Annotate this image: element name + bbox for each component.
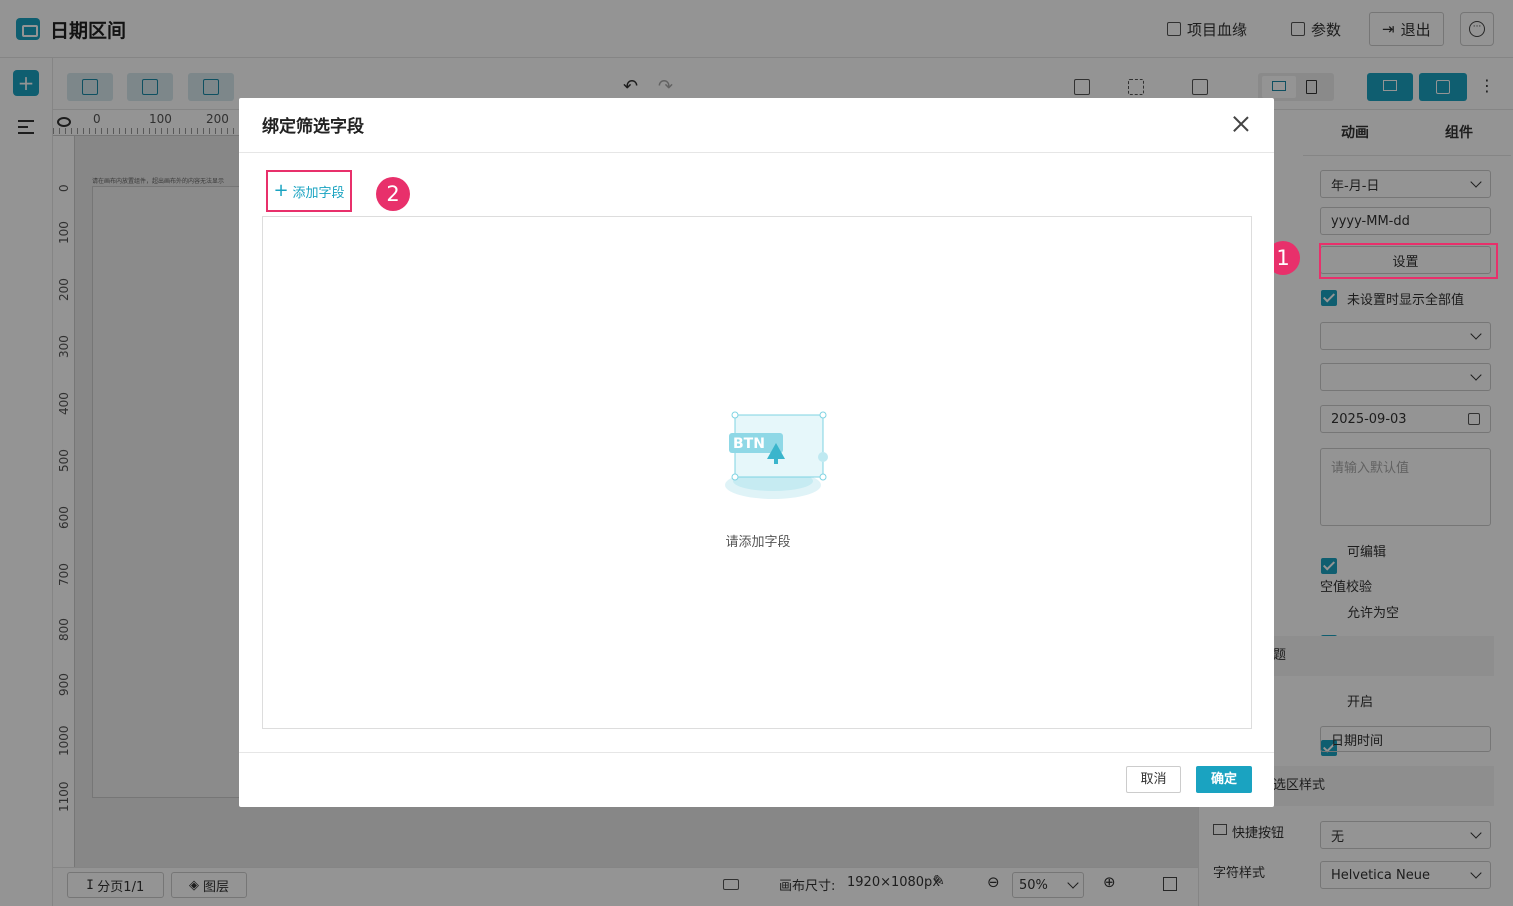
- add-field-button[interactable]: + 添加字段: [266, 170, 352, 212]
- add-field-label: 添加字段: [292, 185, 345, 201]
- divider: [239, 752, 1274, 753]
- divider: [239, 152, 1274, 153]
- confirm-button[interactable]: 确定: [1196, 766, 1252, 793]
- plus-icon: +: [273, 180, 289, 201]
- step-2-badge: 2: [376, 177, 410, 211]
- illustration-btn-text: BTN: [733, 436, 765, 452]
- empty-state-text: 请添加字段: [725, 535, 791, 550]
- empty-state-illustration: BTN: [713, 407, 833, 517]
- empty-state-svg: BTN: [725, 411, 828, 499]
- dialog-title: 绑定筛选字段: [262, 117, 364, 137]
- settings-highlight-box: [1319, 243, 1498, 279]
- bind-filter-field-dialog: 绑定筛选字段 + 添加字段 2 BTN 请添加字段 取消 确定: [239, 98, 1274, 807]
- cancel-button[interactable]: 取消: [1126, 766, 1181, 793]
- close-icon[interactable]: [1233, 116, 1249, 132]
- field-list-area: BTN 请添加字段: [262, 216, 1252, 729]
